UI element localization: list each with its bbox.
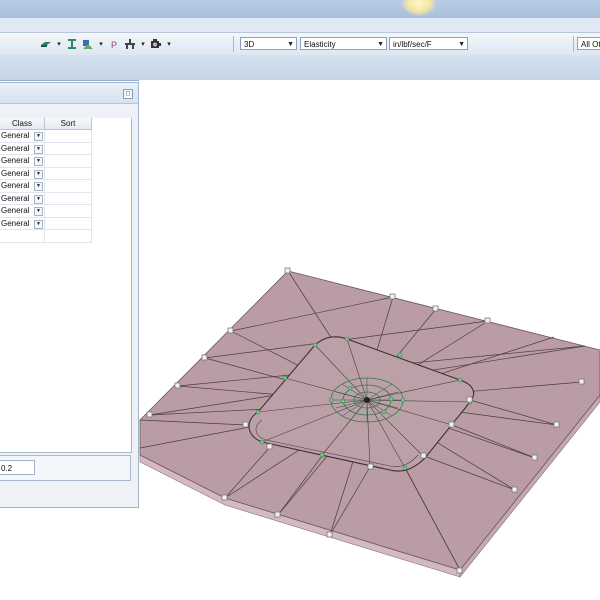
main-toolbar: ▾ ▾ P ▾ ▾ 3D ▼ Elasticity ▼ in/lbf/sec/F… — [0, 32, 600, 56]
support-icon[interactable] — [82, 38, 94, 50]
class-cell[interactable]: General ▼ — [0, 130, 45, 143]
window-title-bar — [0, 0, 600, 19]
column-header-class[interactable]: Class — [0, 118, 45, 130]
table-row[interactable]: General ▼ — [0, 167, 92, 180]
class-value: General — [1, 143, 30, 153]
dropdown-arrow-icon[interactable]: ▼ — [34, 207, 43, 216]
toolbar-separator — [573, 36, 574, 52]
value-row: 0.2 — [0, 455, 131, 481]
sort-cell[interactable] — [45, 130, 92, 143]
ribbon-gap — [0, 18, 600, 32]
plate-dropdown-icon[interactable]: ▾ — [56, 38, 62, 50]
plate-icon[interactable] — [40, 38, 52, 50]
class-cell[interactable]: General ▼ — [0, 205, 45, 218]
dropdown-arrow-icon[interactable]: ▼ — [34, 194, 43, 204]
document-tab-band — [0, 55, 600, 81]
toolbar-separator — [233, 36, 234, 52]
sort-cell[interactable] — [45, 142, 92, 155]
point-load-icon[interactable]: P — [108, 38, 120, 50]
camera-icon[interactable] — [150, 38, 162, 50]
class-cell[interactable]: General ▼ — [0, 142, 45, 155]
table-row[interactable]: General ▼ — [0, 192, 92, 205]
table-row-empty[interactable] — [0, 230, 92, 243]
sort-cell[interactable] — [45, 180, 92, 193]
table-row[interactable]: General ▼ — [0, 217, 92, 230]
sort-cell-empty[interactable] — [45, 230, 92, 243]
class-value: General — [1, 218, 30, 228]
class-value: General — [1, 168, 30, 178]
filter-select-value: All Ot — [581, 40, 600, 49]
support-dropdown-icon[interactable]: ▾ — [98, 38, 104, 50]
sort-cell[interactable] — [45, 217, 92, 230]
table-row[interactable]: General ▼ — [0, 155, 92, 168]
table-row[interactable]: General ▼ — [0, 130, 92, 143]
member-icon[interactable] — [124, 38, 136, 50]
panel-pin-icon[interactable]: ◻ — [123, 89, 133, 99]
sort-cell[interactable] — [45, 192, 92, 205]
dropdown-arrow-icon[interactable]: ▼ — [34, 157, 43, 166]
sort-cell[interactable] — [45, 167, 92, 180]
plate-mesh-model[interactable] — [139, 80, 600, 600]
camera-dropdown-icon[interactable]: ▾ — [166, 38, 172, 50]
filter-select[interactable]: All Ot — [577, 37, 600, 50]
property-select-arrow-icon: ▼ — [377, 41, 384, 48]
class-value: General — [1, 181, 30, 190]
panel-header: ◻ — [0, 83, 138, 104]
sort-cell[interactable] — [45, 205, 92, 218]
units-select[interactable]: in/lbf/sec/F ▼ — [389, 37, 468, 50]
class-cell[interactable]: General ▼ — [0, 167, 45, 180]
class-cell[interactable]: General ▼ — [0, 155, 45, 168]
units-select-arrow-icon: ▼ — [458, 41, 465, 48]
dropdown-arrow-icon[interactable]: ▼ — [34, 169, 43, 179]
member-dropdown-icon[interactable]: ▾ — [140, 38, 146, 50]
column-header-sort[interactable]: Sort — [45, 118, 92, 130]
property-select-value: Elasticity — [304, 40, 336, 49]
class-cell[interactable]: General ▼ — [0, 217, 45, 230]
class-value: General — [1, 193, 30, 203]
class-value: General — [1, 206, 30, 215]
center-node[interactable] — [364, 397, 370, 403]
table-row[interactable]: General ▼ — [0, 142, 92, 155]
model-viewport[interactable] — [139, 80, 600, 600]
parts-grid: Class Sort General ▼ General ▼ General ▼… — [0, 118, 132, 453]
toolbar-icon-group: ▾ ▾ P ▾ ▾ — [40, 37, 172, 51]
cursor-highlight — [402, 0, 436, 16]
dropdown-arrow-icon[interactable]: ▼ — [34, 219, 43, 229]
units-select-value: in/lbf/sec/F — [393, 40, 432, 49]
class-value: General — [1, 156, 30, 165]
dropdown-arrow-icon[interactable]: ▼ — [34, 132, 43, 141]
value-input[interactable]: 0.2 — [0, 460, 35, 475]
view-select-arrow-icon: ▼ — [287, 41, 294, 48]
table-row[interactable]: General ▼ — [0, 205, 92, 218]
dropdown-arrow-icon[interactable]: ▼ — [34, 144, 43, 154]
view-select[interactable]: 3D ▼ — [240, 37, 297, 50]
class-cell[interactable]: General ▼ — [0, 192, 45, 205]
class-cell[interactable]: General ▼ — [0, 180, 45, 193]
dropdown-arrow-icon[interactable]: ▼ — [34, 182, 43, 191]
sort-cell[interactable] — [45, 155, 92, 168]
property-select[interactable]: Elasticity ▼ — [300, 37, 387, 50]
svg-text:P: P — [111, 40, 117, 50]
beam-icon[interactable] — [66, 38, 78, 50]
table-row[interactable]: General ▼ — [0, 180, 92, 193]
view-select-value: 3D — [244, 40, 255, 49]
class-cell-empty[interactable] — [0, 230, 45, 243]
class-value: General — [1, 131, 30, 140]
